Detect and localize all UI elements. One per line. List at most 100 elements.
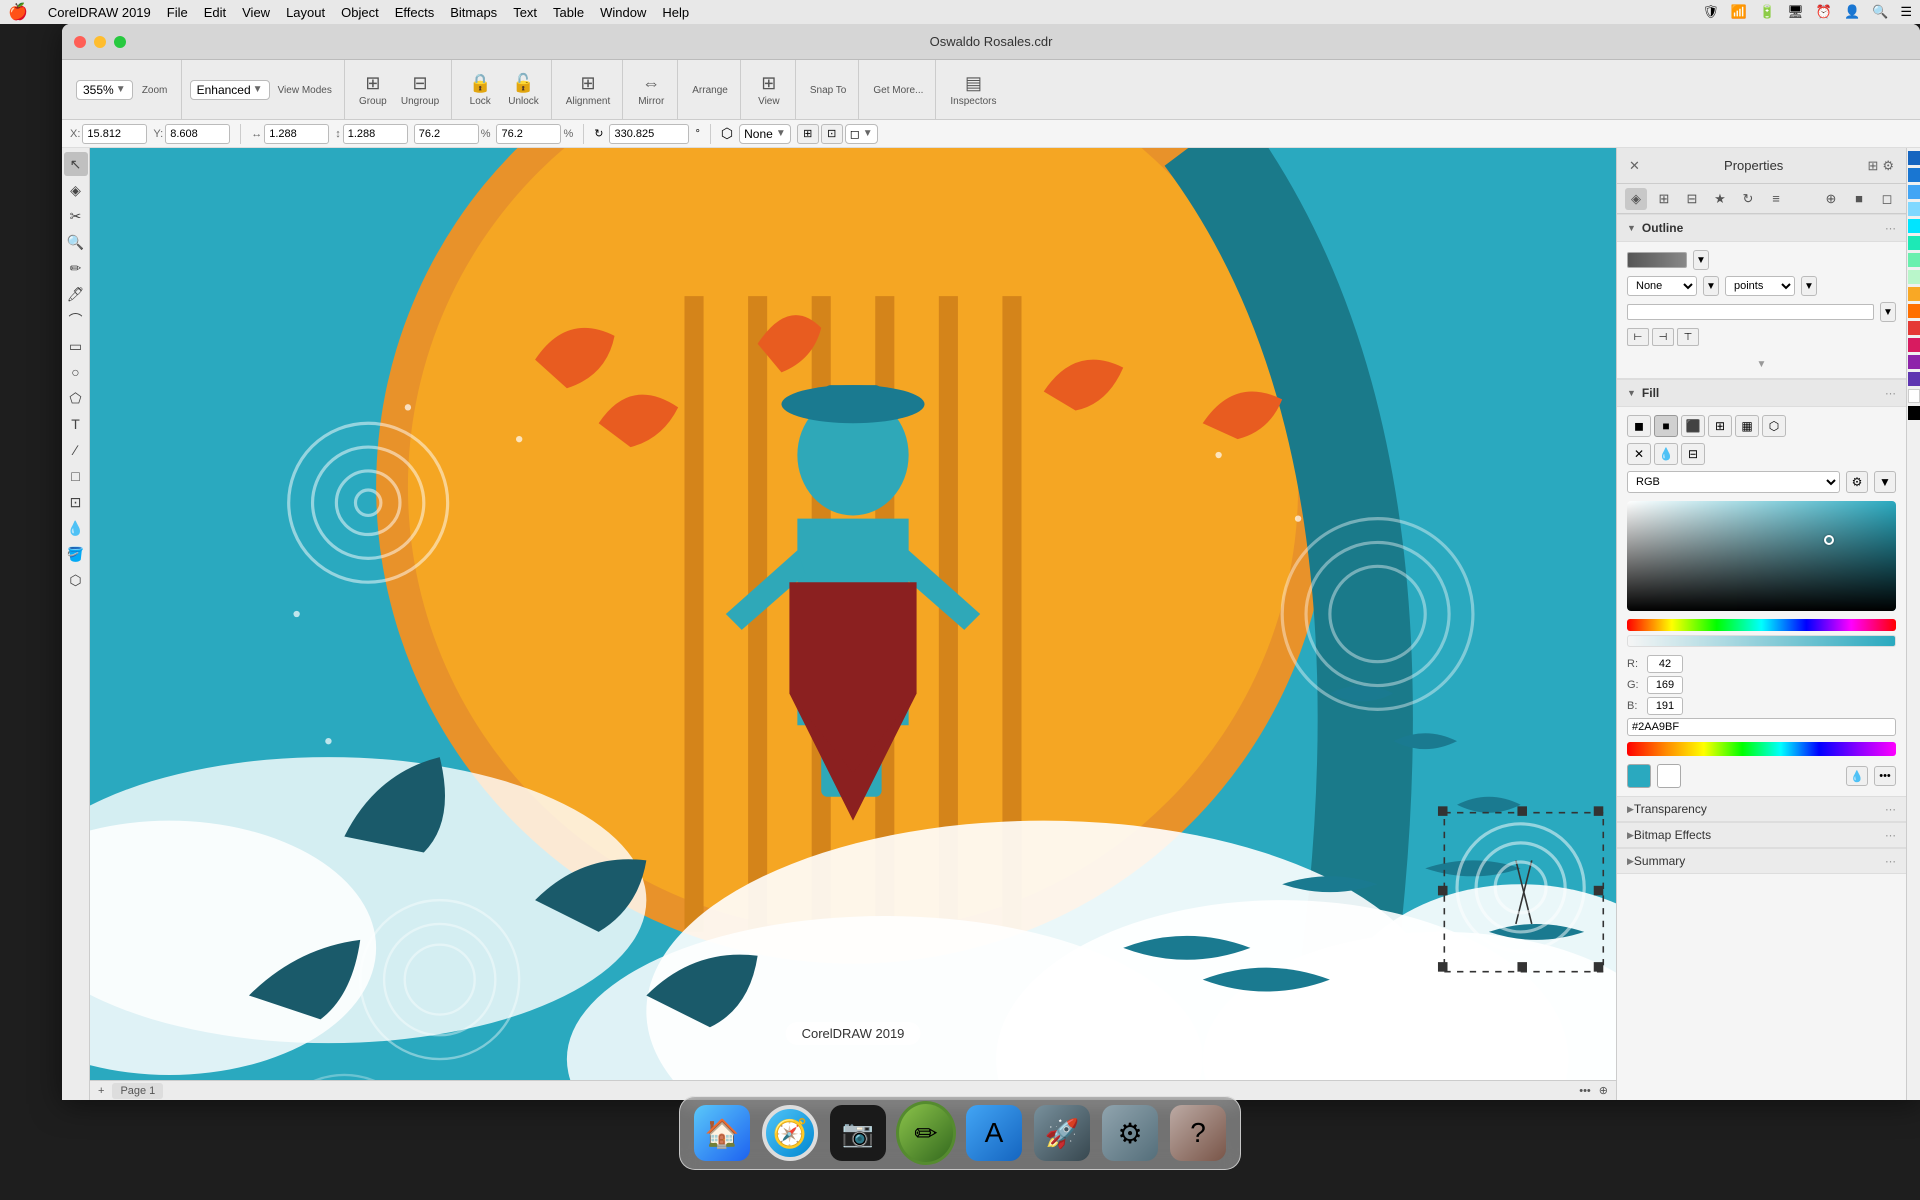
outline-type-dropdown[interactable]: ▼ [1703,276,1719,296]
swatch-yellow[interactable] [1908,287,1920,301]
swatch-white[interactable] [1908,389,1920,403]
menu-effects[interactable]: Effects [395,5,435,20]
maximize-button[interactable] [114,36,126,48]
summary-section[interactable]: ▶ Summary ⋯ [1617,849,1906,874]
menu-help[interactable]: Help [662,5,689,20]
snapto-button[interactable]: Snap To [804,64,853,116]
w-input[interactable] [264,124,329,144]
menu-text[interactable]: Text [513,5,537,20]
fill-texture-btn[interactable]: ▦ [1735,415,1759,437]
outline-type-select[interactable]: None [1627,276,1697,296]
getmore-button[interactable]: Get More... [867,64,929,116]
fill-solid-btn[interactable]: ■ [1654,415,1678,437]
unlock-button[interactable]: 🔓 Unlock [502,64,545,116]
swatch-red[interactable] [1908,321,1920,335]
transparency-tool[interactable]: ⊡ [64,490,88,514]
outline-section-header[interactable]: ▼ Outline ⋯ [1617,214,1906,242]
color-settings-btn[interactable]: ⚙ [1846,471,1868,493]
zoom-dropdown[interactable]: 355% ▼ [76,80,133,100]
ellipse-tool[interactable]: ○ [64,360,88,384]
b-input[interactable]: 191 [1647,697,1683,715]
view-button[interactable]: ⊞ View [749,64,789,116]
select-tool[interactable]: ↖ [64,152,88,176]
panel-tab-wrap[interactable]: ≡ [1765,188,1787,210]
hex-input[interactable]: #2AA9BF [1627,718,1896,736]
swatch-blue-dark[interactable] [1908,151,1920,165]
fill-options-icon[interactable]: ⋯ [1885,387,1896,400]
panel-tab-effects[interactable]: ★ [1709,188,1731,210]
color-picker[interactable] [1627,501,1896,611]
panel-view-options[interactable]: ⊕ [1820,188,1842,210]
rotation-input[interactable] [609,124,689,144]
outline-align-left[interactable]: ⊢ [1627,328,1649,346]
color-spectrum-strip[interactable] [1627,742,1896,756]
color-gradient-field[interactable] [1627,501,1896,611]
ungroup-button[interactable]: ⊟ Ungroup [395,64,445,116]
color-model-select[interactable]: RGB CMYK HSB [1627,471,1840,493]
color-options-btn[interactable]: ▼ [1874,471,1896,493]
swatch-violet[interactable] [1908,372,1920,386]
dock-rocket[interactable]: 🚀 [1032,1103,1092,1163]
w-pct-input[interactable] [414,124,479,144]
viewmode-dropdown[interactable]: Enhanced ▼ [190,80,270,100]
menu-layout[interactable]: Layout [286,5,325,20]
crop-tool[interactable]: ✂ [64,204,88,228]
panel-fill-square-icon[interactable]: ■ [1848,188,1870,210]
rectangle-tool[interactable]: ▭ [64,334,88,358]
swatch-cyan[interactable] [1908,219,1920,233]
outline-collapse-btn[interactable]: ▼ [1627,352,1896,370]
panel-tab-object[interactable]: ⊞ [1653,188,1675,210]
add-page-icon[interactable]: + [98,1085,104,1097]
dock-appupdater[interactable]: A [964,1103,1024,1163]
panel-tab-transform[interactable]: ↻ [1737,188,1759,210]
fill-pattern-btn[interactable]: ⊞ [1708,415,1732,437]
outline-unit-dropdown[interactable]: ▼ [1801,276,1817,296]
dock-unknown[interactable]: ? [1168,1103,1228,1163]
lock-button[interactable]: 🔒 Lock [460,64,500,116]
fill-mesh-btn[interactable]: ⊟ [1681,443,1705,465]
fill-no-fill-btn[interactable]: ✕ [1627,443,1651,465]
inspectors-button[interactable]: ▤ Inspectors [944,64,1002,116]
swatch-green-light[interactable] [1908,270,1920,284]
fill-postscript-btn[interactable]: ⬡ [1762,415,1786,437]
swatch-cyan-light[interactable] [1908,202,1920,216]
menu-edit[interactable]: Edit [204,5,226,20]
page-1-tab[interactable]: Page 1 [112,1083,163,1099]
opacity-slider[interactable] [1627,635,1896,647]
calligraphy-tool[interactable]: ⌒ [64,308,88,332]
swatch-green[interactable] [1908,253,1920,267]
shadow-tool[interactable]: □ [64,464,88,488]
dock-screencapture[interactable]: 📷 [828,1103,888,1163]
panel-expand-icon[interactable]: ⊞ [1867,158,1878,174]
h-input[interactable] [343,124,408,144]
panel-close-btn[interactable]: ✕ [1629,158,1640,174]
dock-coreldraw[interactable]: ✏ [896,1103,956,1163]
menu-view[interactable]: View [242,5,270,20]
outline-align-right[interactable]: ⊤ [1677,328,1699,346]
nav-icon[interactable]: ⊕ [1599,1084,1608,1097]
mirror-button[interactable]: ⇔ Mirror [631,64,671,116]
search-icon[interactable]: 🔍 [1872,4,1888,20]
x-input[interactable] [82,124,147,144]
swatch-blue-light[interactable] [1908,185,1920,199]
fill-copy-btn[interactable]: ⊡ [821,124,843,144]
bitmap-effects-section[interactable]: ▶ Bitmap Effects ⋯ [1617,823,1906,848]
dock-safari[interactable]: 🧭 [760,1103,820,1163]
zoom-tool[interactable]: 🔍 [64,230,88,254]
transparency-section[interactable]: ▶ Transparency ⋯ [1617,797,1906,822]
dock-sysprefs[interactable]: ⚙ [1100,1103,1160,1163]
fill-eyedrop-btn[interactable]: ⊞ [797,124,819,144]
canvas-area[interactable]: CorelDRAW 2019 + Page 1 ••• ⊕ [90,148,1616,1100]
connector-tool[interactable]: ∕ [64,438,88,462]
color-picker-cursor[interactable] [1824,535,1834,545]
group-button[interactable]: ⊞ Group [353,64,393,116]
zoom-btn[interactable]: Zoom [135,64,175,116]
pen-tool[interactable]: 🖊 [64,282,88,306]
swatch-black[interactable] [1908,406,1920,420]
menu-file[interactable]: File [167,5,188,20]
swatch-blue[interactable] [1908,168,1920,182]
menu-window[interactable]: Window [600,5,646,20]
swatch-purple[interactable] [1908,355,1920,369]
eyedropper-tool[interactable]: 💧 [64,516,88,540]
arrange-button[interactable]: Arrange [686,64,734,116]
